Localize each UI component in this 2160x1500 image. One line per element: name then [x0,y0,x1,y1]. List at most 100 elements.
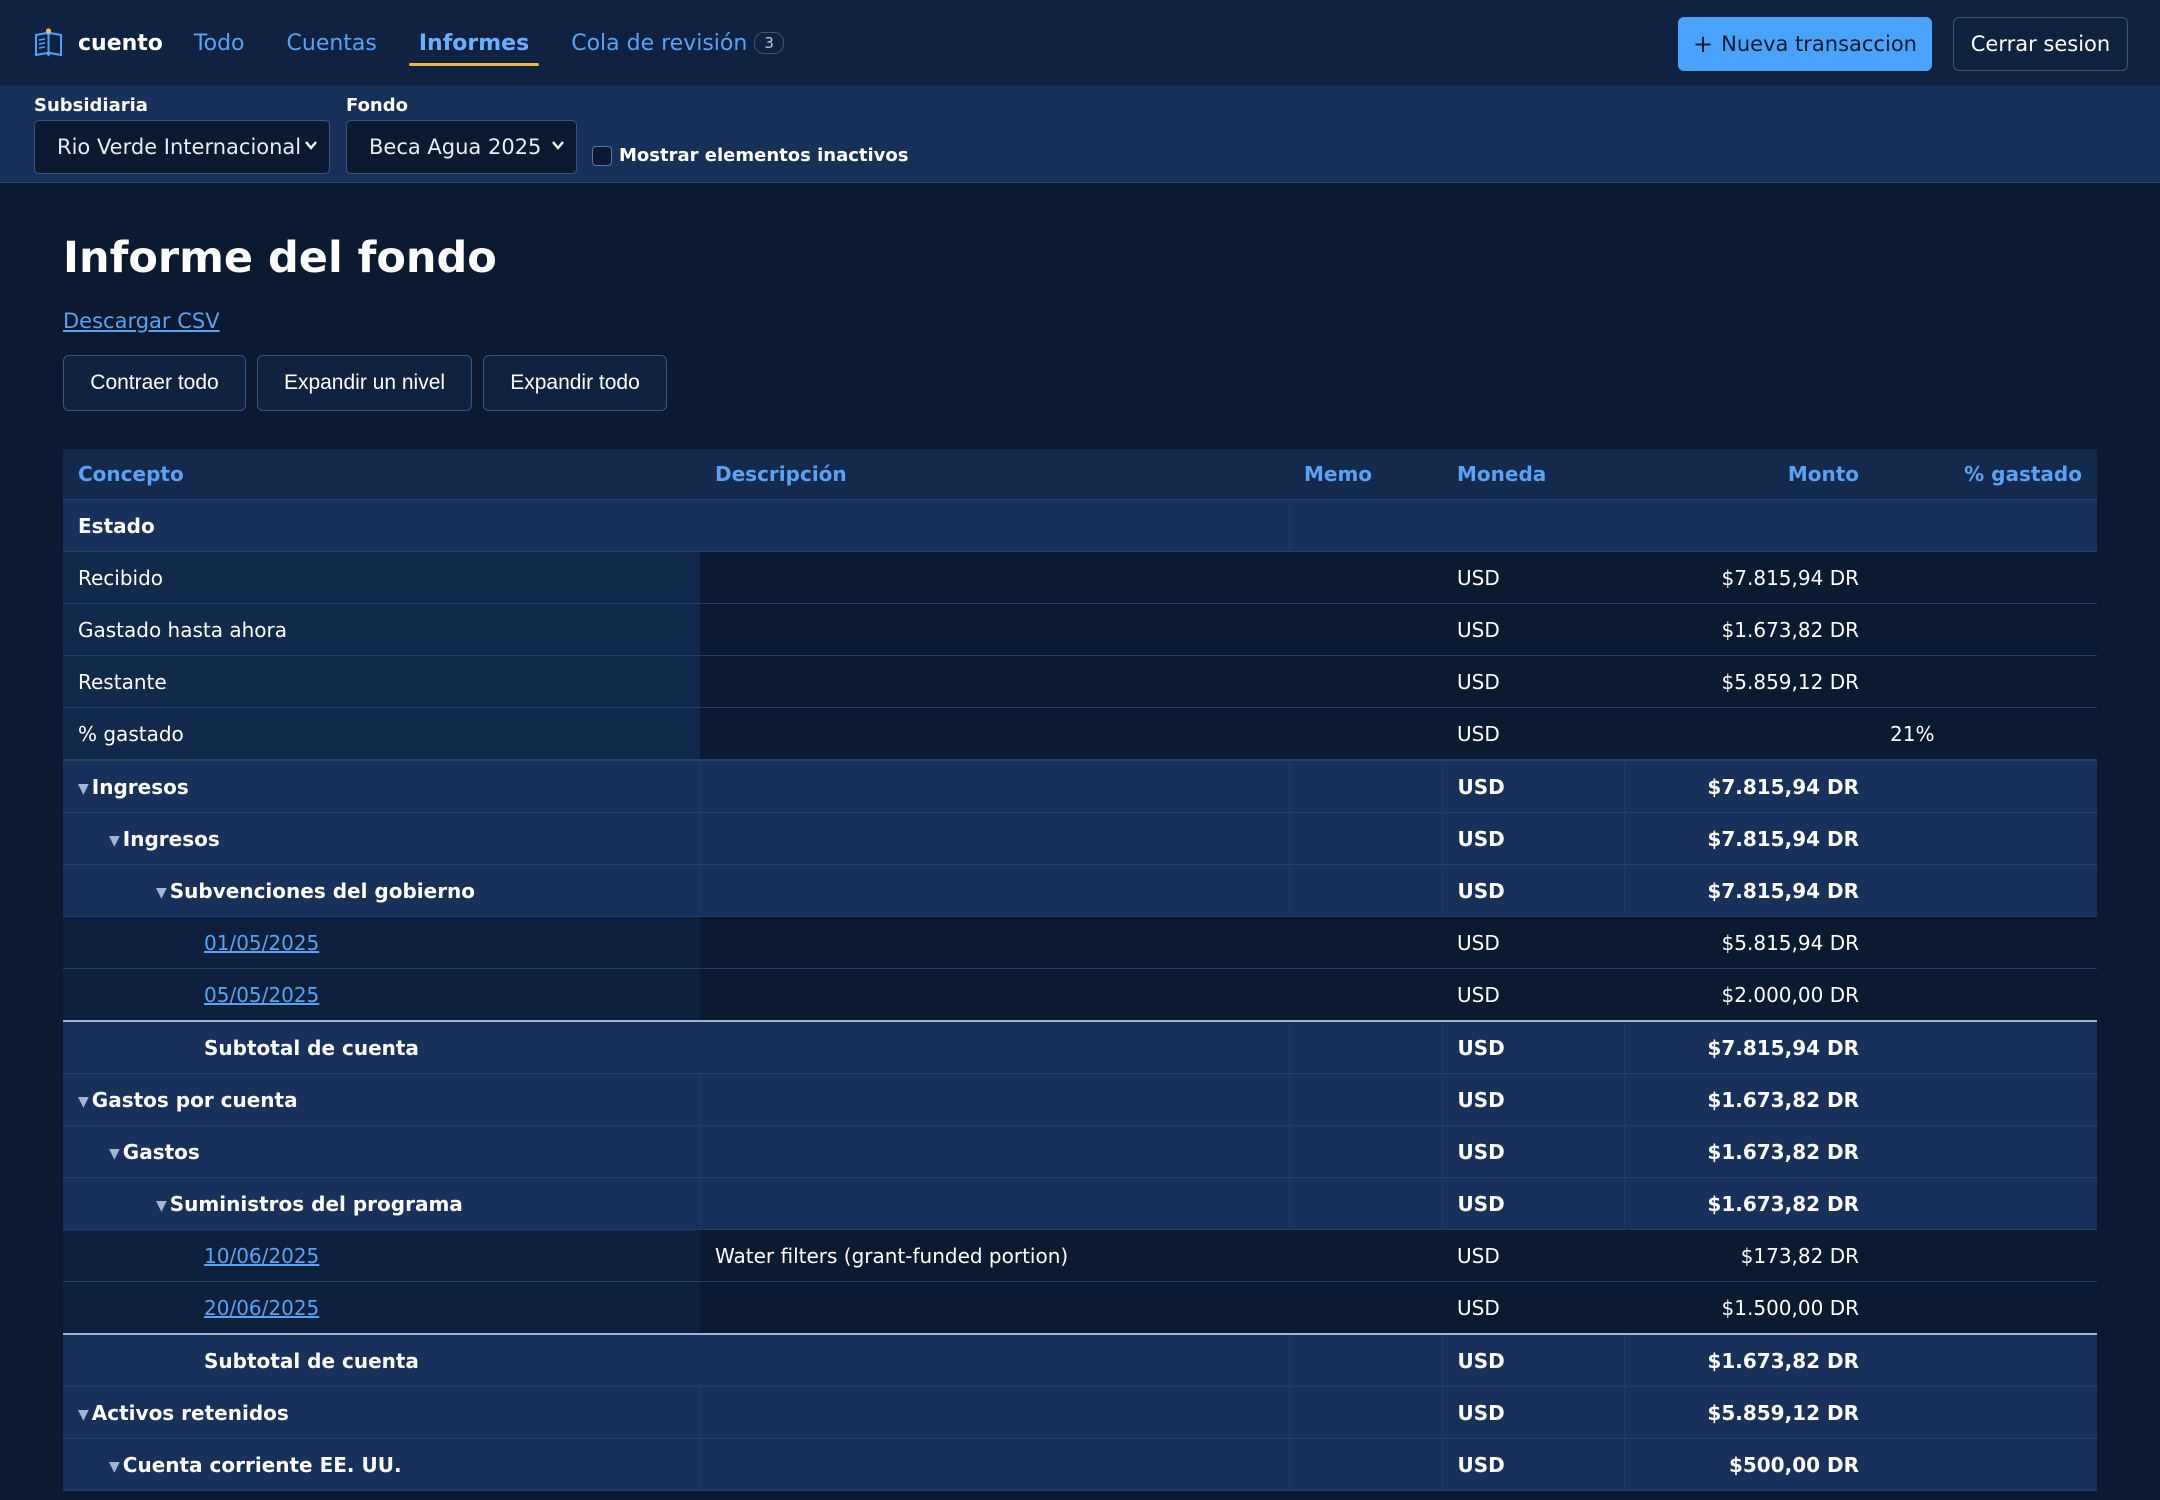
row-concept-label: Cuenta corriente EE. UU. [122,1452,402,1477]
brand-name: cuento [78,30,163,56]
row-concept: Subtotal de cuenta [63,1020,700,1074]
row-concept: 05/05/2025 [63,968,700,1022]
plus-icon: + [1693,30,1714,58]
group-row-suministros[interactable]: ▼ Suministros del programa USD $1.673,82 … [63,1177,2097,1230]
transaction-row: 01/05/2025 USD $5.815,94 DR [63,916,2097,969]
collapse-triangle-icon[interactable]: ▼ [78,781,89,797]
row-concept[interactable]: ▼ Suministros del programa [63,1177,701,1230]
row-memo [1289,1438,1443,1491]
row-concept[interactable]: ▼ Gastos [63,1125,701,1178]
row-currency: USD [1442,968,1624,1022]
collapse-triangle-icon[interactable]: ▼ [156,1198,167,1214]
show-inactive-toggle[interactable]: Mostrar elementos inactivos [592,145,908,166]
row-currency: USD [1442,1020,1625,1074]
logout-button[interactable]: Cerrar sesion [1953,17,2128,71]
row-currency: USD [1442,916,1624,969]
column-header-memo[interactable]: Memo [1289,449,1442,500]
collapse-triangle-icon[interactable]: ▼ [78,1407,89,1423]
fund-select[interactable]: Beca Agua 2025 [346,120,577,174]
row-amount: $173,82 DR [1624,1229,1874,1282]
review-count-badge: 3 [754,32,784,54]
row-concept-label: Suministros del programa [169,1191,463,1216]
collapse-triangle-icon[interactable]: ▼ [156,885,167,901]
row-description [700,1438,1290,1491]
row-currency: USD [1442,1281,1624,1335]
group-row-ingresos[interactable]: ▼ Ingresos USD $7.815,94 DR [63,759,2097,813]
row-description [700,759,1290,813]
collapse-triangle-icon[interactable]: ▼ [78,1094,89,1110]
row-pct [1874,812,2097,865]
row-memo [1289,759,1443,813]
transaction-date-link[interactable]: 10/06/2025 [204,1244,319,1268]
row-concept: Gastado hasta ahora [63,603,700,656]
row-memo [1289,1073,1443,1126]
row-concept: Recibido [63,551,700,604]
transaction-date-link[interactable]: 01/05/2025 [204,931,319,955]
row-concept[interactable]: ▼ Ingresos [63,759,701,813]
download-csv-link[interactable]: Descargar CSV [63,309,220,333]
column-header-pct-gastado[interactable]: % gastado [1874,449,2097,500]
group-row-gastos[interactable]: ▼ Gastos USD $1.673,82 DR [63,1125,2097,1178]
group-row-subvenciones[interactable]: ▼ Subvenciones del gobierno USD $7.815,94… [63,864,2097,917]
expand-all-button[interactable]: Expandir todo [483,355,667,411]
row-concept-label: Ingresos [91,774,189,799]
row-description [700,864,1290,917]
brand[interactable]: cuento [33,27,163,59]
row-amount: $1.673,82 DR [1624,603,1874,656]
row-currency: USD [1442,551,1624,604]
column-header-moneda[interactable]: Moneda [1442,449,1624,500]
row-pct [1874,1073,2097,1126]
collapse-triangle-icon[interactable]: ▼ [109,1459,120,1475]
row-currency: USD [1442,864,1625,917]
new-transaction-label: Nueva transaccion [1721,32,1917,56]
row-pct [1874,655,2097,708]
collapse-all-button[interactable]: Contraer todo [63,355,246,411]
row-concept: % gastado [63,707,700,761]
column-header-concepto[interactable]: Concepto [63,449,700,500]
row-concept[interactable]: ▼ Gastos por cuenta [63,1073,701,1126]
row-amount: $5.859,12 DR [1624,1386,1874,1439]
row-currency: USD [1442,1125,1625,1178]
row-concept-label: Activos retenidos [91,1400,289,1425]
group-row-cuenta-corriente[interactable]: ▼ Cuenta corriente EE. UU. USD $500,00 DR [63,1438,2097,1491]
row-description [700,1281,1289,1335]
row-pct [1874,1229,2097,1282]
transaction-date-link[interactable]: 05/05/2025 [204,983,319,1007]
group-row-activos-retenidos[interactable]: ▼ Activos retenidos USD $5.859,12 DR [63,1386,2097,1439]
row-concept: 01/05/2025 [63,916,700,969]
row-pct [1874,1125,2097,1178]
collapse-triangle-icon[interactable]: ▼ [109,1146,120,1162]
nav-link-cola-revision[interactable]: Cola de revisión 3 [571,0,784,87]
subsidiary-select[interactable]: Rio Verde Internacional [34,120,330,174]
column-header-descripcion[interactable]: Descripción [700,449,1289,500]
nav-link-informes[interactable]: Informes [408,0,540,87]
row-description [700,1125,1290,1178]
group-row-ingresos-sub[interactable]: ▼ Ingresos USD $7.815,94 DR [63,812,2097,865]
table-row: Recibido USD $7.815,94 DR [63,551,2097,604]
row-amount [1624,499,1874,552]
nav-link-todo[interactable]: Todo [194,0,245,87]
row-description [700,812,1290,865]
row-pct [1874,1386,2097,1439]
row-concept-label: Gastos [122,1139,200,1164]
row-description [700,655,1289,708]
chevron-down-icon [305,141,317,150]
row-concept: Estado [63,499,700,552]
group-row-gastos-por-cuenta[interactable]: ▼ Gastos por cuenta USD $1.673,82 DR [63,1073,2097,1126]
column-header-monto[interactable]: Monto [1624,449,1874,500]
transaction-row: 05/05/2025 USD $2.000,00 DR [63,968,2097,1022]
row-amount: $1.673,82 DR [1624,1177,1874,1230]
row-concept[interactable]: ▼ Cuenta corriente EE. UU. [63,1438,701,1491]
row-concept-label: Gastos por cuenta [91,1087,298,1112]
row-currency: USD [1442,603,1624,656]
transaction-date-link[interactable]: 20/06/2025 [204,1296,319,1320]
nav-link-cuentas[interactable]: Cuentas [287,0,377,87]
row-concept[interactable]: ▼ Ingresos [63,812,701,865]
row-concept[interactable]: ▼ Subvenciones del gobierno [63,864,701,917]
new-transaction-button[interactable]: + Nueva transaccion [1678,17,1932,71]
expand-one-level-button[interactable]: Expandir un nivel [257,355,472,411]
row-memo [1289,1177,1443,1230]
row-concept[interactable]: ▼ Activos retenidos [63,1386,701,1439]
show-inactive-checkbox[interactable] [592,145,612,166]
collapse-triangle-icon[interactable]: ▼ [109,833,120,849]
